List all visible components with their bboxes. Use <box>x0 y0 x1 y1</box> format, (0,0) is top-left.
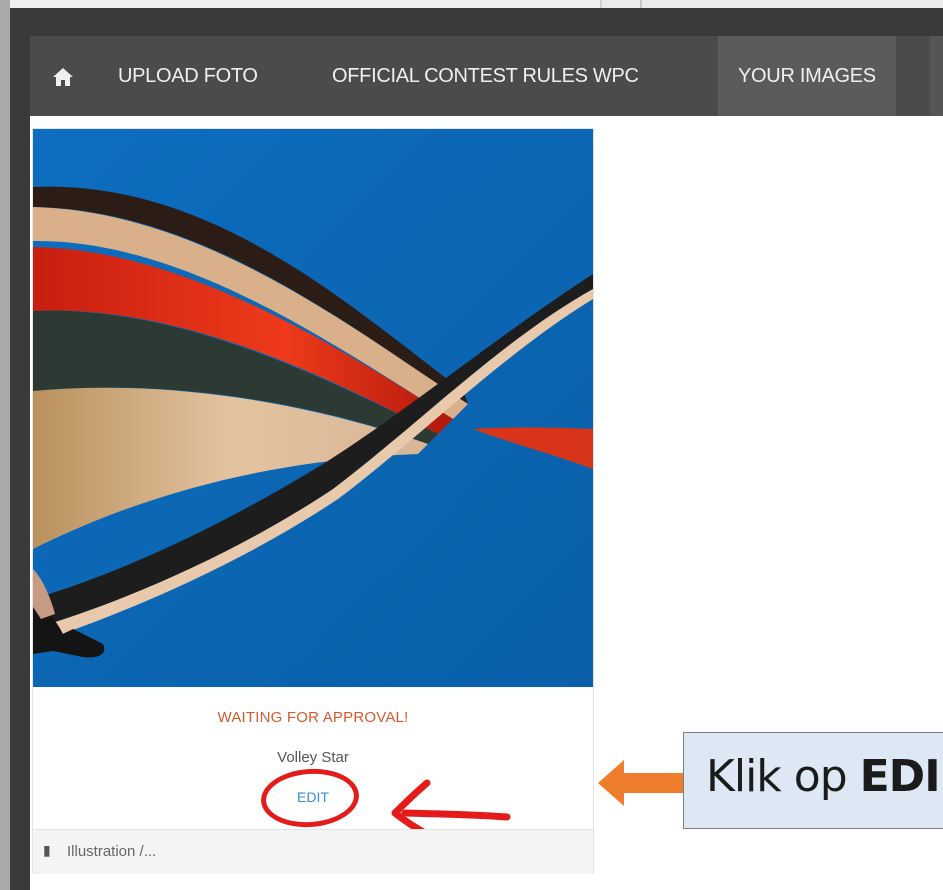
home-icon[interactable] <box>48 36 78 116</box>
card-body: WAITING FOR APPROVAL! Volley Star EDIT <box>33 687 593 839</box>
card-footer: ▮ Illustration /... <box>33 829 593 874</box>
nav-next-item[interactable] <box>930 36 943 116</box>
image-card: WAITING FOR APPROVAL! Volley Star EDIT ▮… <box>32 128 594 874</box>
instruction-callout: Klik op EDI <box>683 732 943 829</box>
orange-arrow-icon <box>598 760 684 806</box>
left-scroll-edge <box>0 0 10 890</box>
callout-text: Klik op EDI <box>706 751 941 802</box>
edit-highlight-circle <box>259 765 361 831</box>
nav-upload-foto[interactable]: UPLOAD FOTO <box>118 36 258 116</box>
approval-status: WAITING FOR APPROVAL! <box>217 709 409 726</box>
top-strip-left-panel <box>0 0 602 8</box>
top-strip-divider <box>640 0 642 8</box>
nav-official-contest-rules[interactable]: OFFICIAL CONTEST RULES WPC <box>332 36 639 116</box>
window-top-strip <box>0 0 943 8</box>
main-navbar: UPLOAD FOTO OFFICIAL CONTEST RULES WPC Y… <box>30 36 943 116</box>
category-label[interactable]: Illustration /... <box>67 843 156 860</box>
image-title: Volley Star <box>277 749 349 766</box>
book-icon: ▮ <box>43 842 51 858</box>
nav-your-images[interactable]: YOUR IMAGES <box>718 36 896 116</box>
card-photo[interactable] <box>33 129 593 687</box>
callout-bold-text: EDI <box>859 751 941 802</box>
